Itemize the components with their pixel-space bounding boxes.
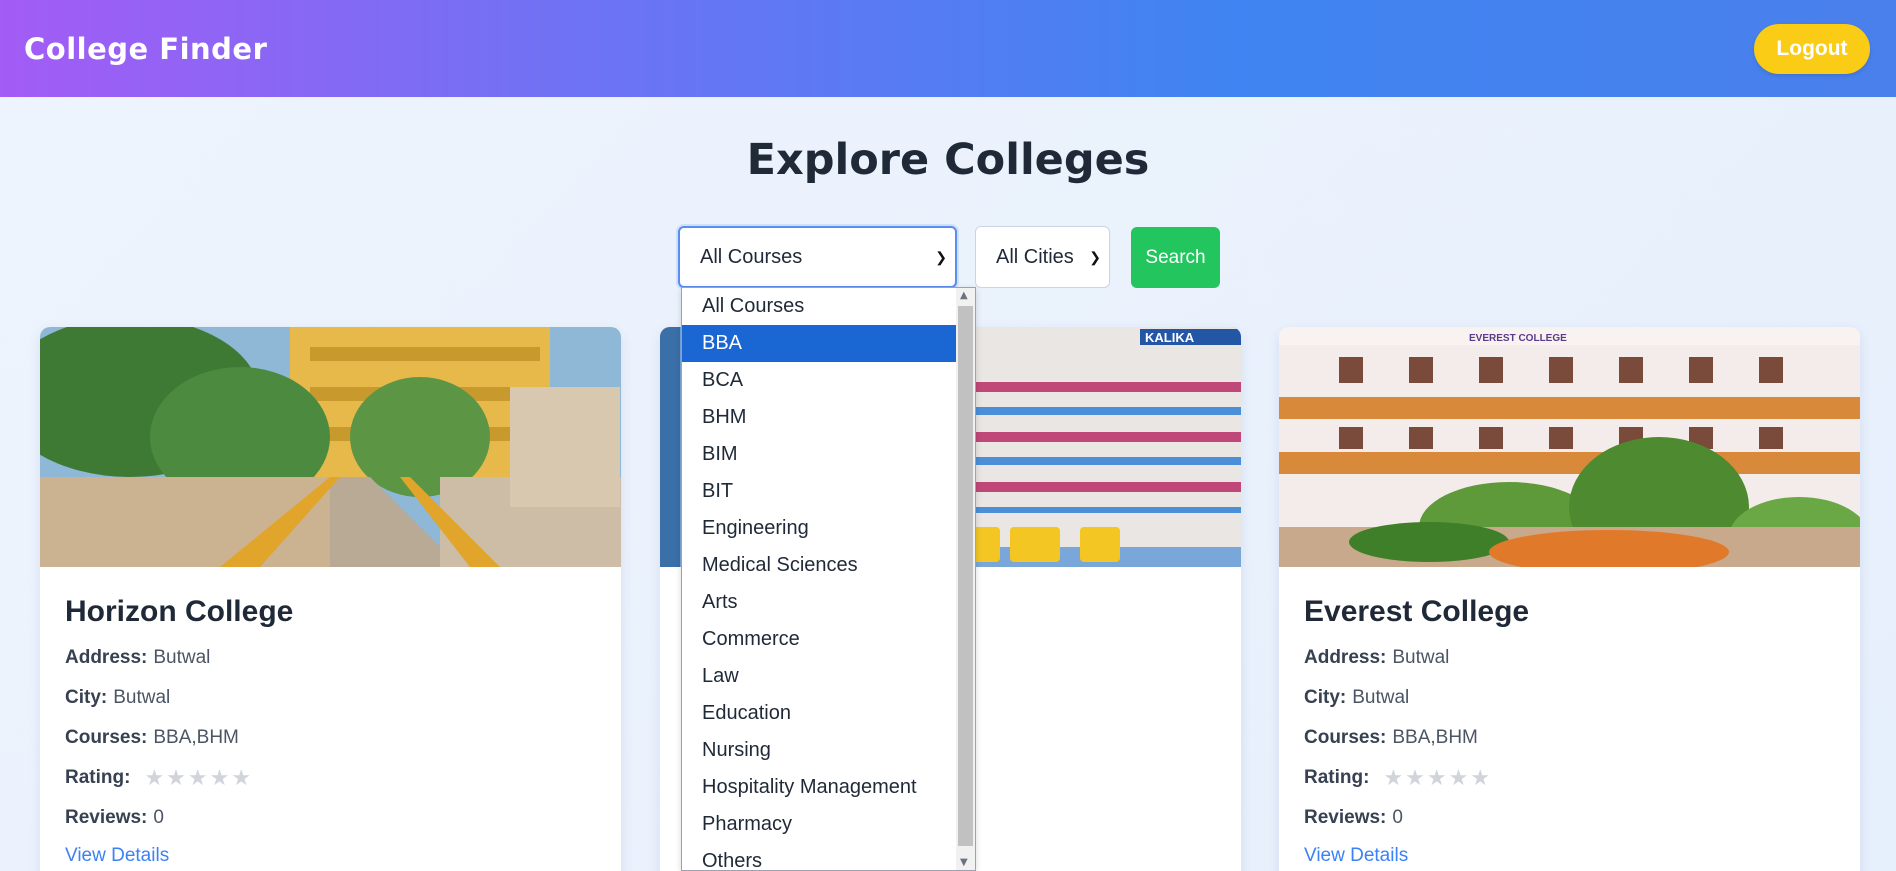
dropdown-option[interactable]: Others bbox=[682, 843, 956, 870]
star-icon: ★ bbox=[209, 765, 230, 790]
college-name: Horizon College bbox=[65, 595, 294, 628]
city-select[interactable]: All Cities ❯ bbox=[975, 226, 1110, 288]
city-label: City: bbox=[65, 687, 108, 708]
college-photo bbox=[40, 327, 621, 567]
search-button[interactable]: Search bbox=[1131, 227, 1220, 288]
star-icon: ★ bbox=[166, 765, 186, 790]
star-icon: ★ bbox=[1448, 765, 1469, 790]
dropdown-option[interactable]: Commerce bbox=[682, 621, 956, 658]
dropdown-option[interactable]: Education bbox=[682, 695, 956, 732]
address-label: Address: bbox=[1304, 647, 1387, 668]
city-line: City: Butwal bbox=[1304, 685, 1835, 711]
courses-label: Courses: bbox=[65, 727, 148, 748]
address-label: Address: bbox=[65, 647, 148, 668]
dropdown-scrollbar[interactable]: ▲ ▼ bbox=[956, 288, 975, 870]
reviews-label: Reviews: bbox=[65, 807, 148, 828]
college-card: EVEREST COLLEGE Everest College Address:… bbox=[1279, 327, 1860, 871]
city-value: Butwal bbox=[1352, 687, 1410, 708]
city-value: Butwal bbox=[113, 687, 171, 708]
star-icon: ★ bbox=[1405, 765, 1425, 790]
view-details-link[interactable]: View Details bbox=[1304, 845, 1835, 867]
courses-label: Courses: bbox=[1304, 727, 1387, 748]
logout-button[interactable]: Logout bbox=[1754, 23, 1870, 74]
rating-line: Rating: ★ ★ ★ ★ ★ bbox=[1304, 765, 1835, 791]
photo-sign: KALIKA bbox=[1145, 330, 1195, 345]
dropdown-option[interactable]: BIM bbox=[682, 436, 956, 473]
address-value: Butwal bbox=[153, 647, 211, 668]
dropdown-option[interactable]: BIT bbox=[682, 473, 956, 510]
star-icon: ★ bbox=[144, 765, 165, 790]
filter-bar: All Courses ❯ All Cities ❯ Search bbox=[678, 226, 1220, 288]
chevron-down-icon: ❯ bbox=[935, 248, 947, 265]
dropdown-option[interactable]: Nursing bbox=[682, 732, 956, 769]
dropdown-option[interactable]: All Courses bbox=[682, 288, 956, 325]
courses-line: Courses: BBA,BHM bbox=[1304, 725, 1835, 751]
page-title: Explore Colleges bbox=[746, 135, 1150, 185]
scroll-down-icon[interactable]: ▼ bbox=[960, 857, 968, 868]
chevron-down-icon: ❯ bbox=[1089, 248, 1101, 265]
courses-line: Courses: BBA,BHM bbox=[65, 725, 596, 751]
college-photo: EVEREST COLLEGE bbox=[1279, 327, 1860, 567]
address-line: Address: Butwal bbox=[1304, 645, 1835, 671]
brand-logo[interactable]: College Finder bbox=[24, 32, 267, 66]
star-icon: ★ bbox=[1383, 765, 1404, 790]
rating-stars: ★ ★ ★ ★ ★ bbox=[144, 767, 251, 789]
city-line: City: Butwal bbox=[65, 685, 596, 711]
address-line: Address: Butwal bbox=[65, 645, 596, 671]
city-label: City: bbox=[1304, 687, 1347, 708]
city-select-value: All Cities bbox=[996, 245, 1074, 268]
course-select-value: All Courses bbox=[700, 245, 803, 268]
rating-label: Rating: bbox=[1304, 767, 1370, 788]
dropdown-option-selected[interactable]: BBA bbox=[682, 325, 956, 362]
photo-sign: EVEREST COLLEGE bbox=[1469, 333, 1567, 344]
dropdown-option[interactable]: Engineering bbox=[682, 510, 956, 547]
reviews-value: 0 bbox=[1392, 807, 1403, 828]
address-value: Butwal bbox=[1392, 647, 1450, 668]
dropdown-option[interactable]: Hospitality Management bbox=[682, 769, 956, 806]
view-details-link[interactable]: View Details bbox=[65, 845, 596, 867]
rating-line: Rating: ★ ★ ★ ★ ★ bbox=[65, 765, 596, 791]
star-icon: ★ bbox=[231, 765, 252, 790]
reviews-label: Reviews: bbox=[1304, 807, 1387, 828]
course-select[interactable]: All Courses ❯ bbox=[678, 226, 957, 288]
college-card: Horizon College Address: Butwal City: Bu… bbox=[40, 327, 621, 871]
rating-stars: ★ ★ ★ ★ ★ bbox=[1383, 767, 1490, 789]
star-icon: ★ bbox=[187, 765, 208, 790]
rating-label: Rating: bbox=[65, 767, 131, 788]
scroll-up-icon[interactable]: ▲ bbox=[960, 290, 968, 301]
dropdown-option[interactable]: Arts bbox=[682, 584, 956, 621]
dropdown-options: All Courses BBA BCA BHM BIM BIT Engineer… bbox=[682, 288, 975, 870]
courses-value: BBA,BHM bbox=[1392, 727, 1478, 748]
navbar: College Finder Logout bbox=[0, 0, 1896, 97]
star-icon: ★ bbox=[1470, 765, 1491, 790]
courses-value: BBA,BHM bbox=[153, 727, 239, 748]
dropdown-option[interactable]: Law bbox=[682, 658, 956, 695]
scrollbar-thumb[interactable] bbox=[958, 306, 973, 846]
reviews-value: 0 bbox=[153, 807, 164, 828]
dropdown-option[interactable]: Medical Sciences bbox=[682, 547, 956, 584]
reviews-line: Reviews: 0 bbox=[1304, 805, 1835, 831]
dropdown-option[interactable]: Pharmacy bbox=[682, 806, 956, 843]
star-icon: ★ bbox=[1426, 765, 1447, 790]
college-name: Everest College bbox=[1304, 595, 1530, 628]
reviews-line: Reviews: 0 bbox=[65, 805, 596, 831]
course-dropdown-list[interactable]: All Courses BBA BCA BHM BIM BIT Engineer… bbox=[681, 287, 976, 871]
dropdown-option[interactable]: BHM bbox=[682, 399, 956, 436]
dropdown-option[interactable]: BCA bbox=[682, 362, 956, 399]
